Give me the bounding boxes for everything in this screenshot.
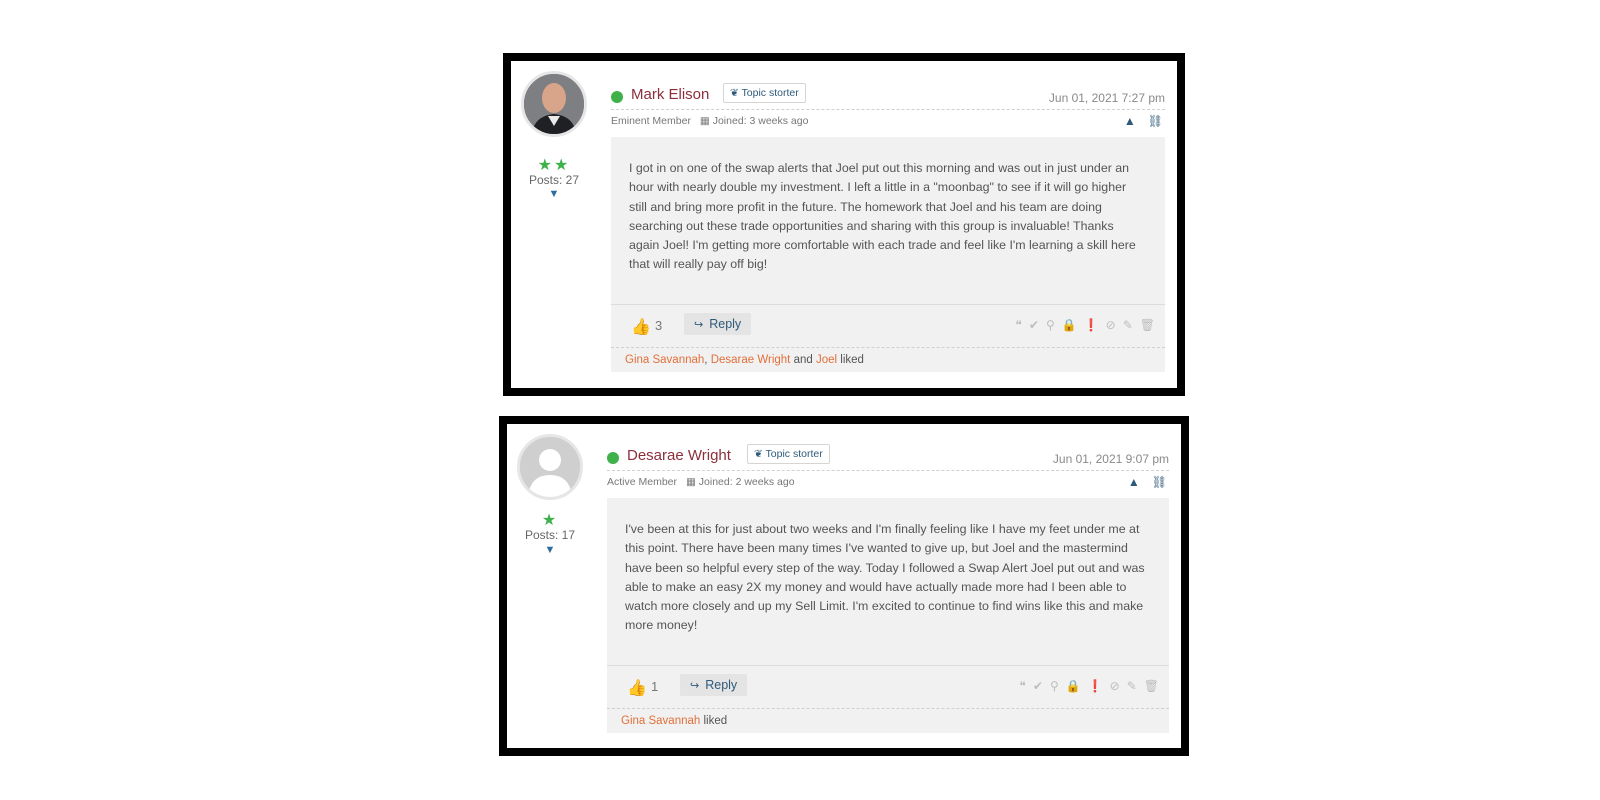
lock-icon[interactable]: 🔒 [1062, 318, 1077, 332]
liker-link[interactable]: Gina Savannah [625, 354, 704, 366]
link-icon[interactable]: ⛓ [1148, 114, 1163, 128]
trash-icon[interactable]: 🗑 [1144, 679, 1159, 693]
trash-icon[interactable]: 🗑 [1140, 318, 1155, 332]
avatar[interactable] [521, 71, 587, 137]
moderation-tools: ❝ ✔ ⚲ 🔒 ❗ ⊘ ✎ 🗑 [1008, 318, 1155, 332]
hide-icon[interactable]: ⊘ [1110, 679, 1120, 693]
reply-arrow-icon: ↪ [694, 319, 704, 331]
thumbs-up-icon[interactable]: 👍 [627, 678, 647, 698]
post-count: Posts: 17 [524, 528, 576, 542]
post-actions: 👍 3 ↪ Reply ❝ ✔ ⚲ 🔒 ❗ ⊘ ✎ 🗑 [611, 305, 1165, 347]
warning-icon[interactable]: ▲ [1124, 114, 1136, 128]
post-date: Jun 01, 2021 9:07 pm [1052, 452, 1169, 466]
joined-date: Joined: 2 weeks ago [698, 476, 795, 488]
post-meta-actions: ▲ ⛓ [1116, 475, 1167, 489]
post-body: I've been at this for just about two wee… [607, 498, 1169, 666]
hide-icon[interactable]: ⊘ [1106, 318, 1116, 332]
liked-by: Gina Savannah liked [607, 708, 1169, 733]
avatar[interactable] [517, 434, 583, 500]
online-status-icon [611, 91, 623, 103]
forum-post: ★★ Posts: 27 ▼ Mark Elison ❦ Topic stort… [503, 53, 1185, 396]
chevron-down-icon[interactable]: ▼ [507, 544, 593, 556]
rank-stars: ★★ [537, 157, 571, 174]
post-header: Mark Elison ❦ Topic storter Jun 01, 2021… [611, 83, 1165, 110]
rank-stars: ★ [541, 512, 559, 529]
leaf-icon: ❦ [730, 87, 742, 99]
calendar-icon: ▦ [685, 476, 696, 488]
post-meta-actions: ▲ ⛓ [1112, 114, 1163, 128]
post-header: Desarae Wright ❦ Topic storter Jun 01, 2… [607, 444, 1169, 471]
reply-button[interactable]: ↪ Reply [684, 313, 752, 335]
like-count: 3 [655, 318, 663, 333]
link-icon[interactable]: ⛓ [1152, 475, 1167, 489]
like-count: 1 [651, 679, 659, 694]
reply-button[interactable]: ↪ Reply [680, 674, 748, 696]
info-icon[interactable]: ❗ [1084, 318, 1099, 332]
pin-icon[interactable]: ⚲ [1046, 318, 1055, 332]
calendar-icon: ▦ [699, 115, 710, 127]
thumbs-up-icon[interactable]: 👍 [631, 317, 651, 337]
topic-starter-badge: ❦ Topic storter [723, 83, 806, 103]
forum-post: ★ Posts: 17 ▼ Desarae Wright ❦ Topic sto… [499, 416, 1189, 756]
liker-link[interactable]: Gina Savannah [621, 715, 700, 727]
reply-arrow-icon: ↪ [690, 680, 700, 692]
chevron-down-icon[interactable]: ▼ [511, 188, 597, 200]
author-name[interactable]: Desarae Wright [627, 447, 731, 464]
lock-icon[interactable]: 🔒 [1066, 679, 1081, 693]
check-icon[interactable]: ✔ [1033, 679, 1043, 693]
check-icon[interactable]: ✔ [1029, 318, 1039, 332]
pin-icon[interactable]: ⚲ [1050, 679, 1059, 693]
member-rank: Eminent Member [611, 115, 691, 127]
post-body: I got in on one of the swap alerts that … [611, 137, 1165, 305]
leaf-icon: ❦ [754, 448, 766, 460]
author-meta: Eminent Member ▦ Joined: 3 weeks ago [611, 115, 808, 127]
liker-link[interactable]: Joel [816, 354, 837, 366]
edit-icon[interactable]: ✎ [1127, 679, 1137, 693]
moderation-tools: ❝ ✔ ⚲ 🔒 ❗ ⊘ ✎ 🗑 [1012, 679, 1159, 693]
author-name[interactable]: Mark Elison [631, 86, 709, 103]
member-rank: Active Member [607, 476, 678, 488]
topic-starter-badge: ❦ Topic storter [747, 444, 830, 464]
edit-icon[interactable]: ✎ [1123, 318, 1133, 332]
info-icon[interactable]: ❗ [1088, 679, 1103, 693]
quote-icon[interactable]: ❝ [1019, 679, 1025, 693]
author-meta: Active Member ▦ Joined: 2 weeks ago [607, 476, 795, 488]
post-count: Posts: 27 [528, 173, 580, 187]
liker-link[interactable]: Desarae Wright [711, 354, 791, 366]
joined-date: Joined: 3 weeks ago [712, 115, 809, 127]
liked-by: Gina Savannah, Desarae Wright and Joel l… [611, 347, 1165, 372]
warning-icon[interactable]: ▲ [1128, 475, 1140, 489]
online-status-icon [607, 452, 619, 464]
post-date: Jun 01, 2021 7:27 pm [1048, 91, 1165, 105]
post-actions: 👍 1 ↪ Reply ❝ ✔ ⚲ 🔒 ❗ ⊘ ✎ 🗑 [607, 666, 1169, 708]
quote-icon[interactable]: ❝ [1015, 318, 1021, 332]
